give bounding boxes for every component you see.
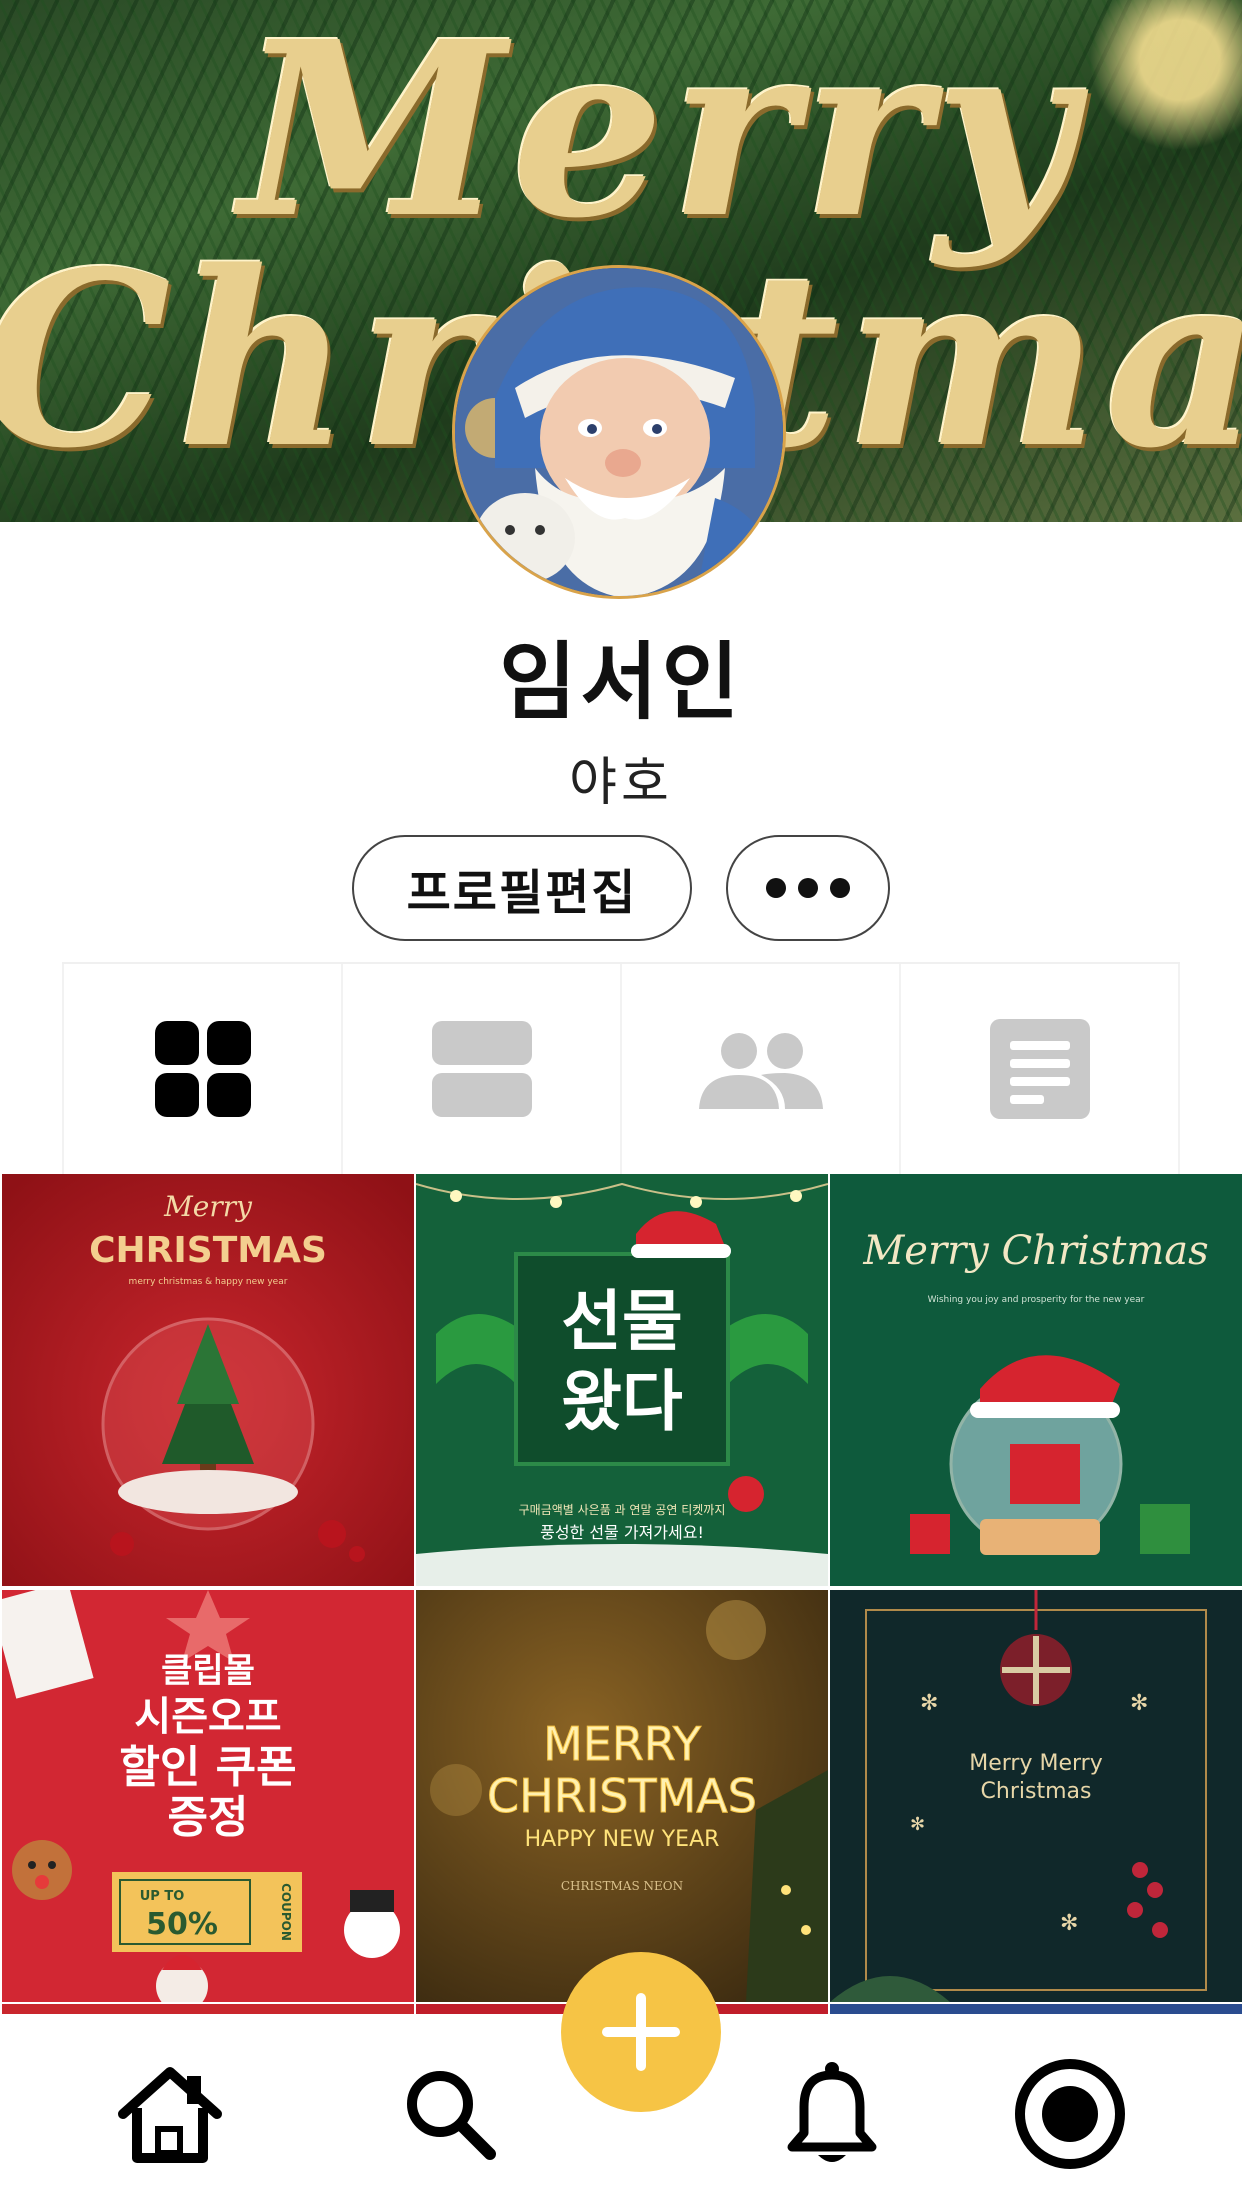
post-image: MERRY CHRISTMAS HAPPY NEW YEAR CHRISTMAS… [416, 1590, 828, 2002]
post-image: Merry Merry Christmas ✻ ✻ ✻ ✻ [830, 1590, 1242, 2002]
tab-list[interactable] [341, 964, 620, 1174]
profile-bio: 야호 [569, 753, 673, 813]
avatar[interactable] [452, 265, 786, 599]
nav-notifications[interactable] [762, 2044, 902, 2184]
post-grid: Merry CHRISTMAS merry christmas & happy … [0, 1174, 1242, 2014]
post-line-2: CHRISTMAS [487, 1769, 757, 1823]
post-caption-1: 구매금액별 사은품 과 연말 공연 티켓까지 [519, 1503, 726, 1517]
post-subtitle: Wishing you joy and prosperity for the n… [928, 1295, 1145, 1305]
tab-posts[interactable] [899, 964, 1180, 1174]
snowflake-icon: ✻ [920, 1691, 938, 1716]
post-title: Merry Christmas [862, 1228, 1208, 1274]
coupon-value: 50% [146, 1907, 218, 1942]
post-image: Merry CHRISTMAS merry christmas & happy … [2, 1174, 414, 1586]
post-thumbnail[interactable]: 클립몰 시즌오프 할인 쿠폰 증정 UP TO 50% COUPON [2, 1590, 414, 2002]
cover-line-1: Merry [240, 0, 1081, 271]
post-thumbnail[interactable]: Merry Christmas Wishing you joy and pros… [830, 1174, 1242, 1586]
more-options-button[interactable] [726, 835, 890, 941]
list-icon [431, 1021, 532, 1117]
people-icon [698, 1033, 823, 1109]
post-line-4: 증정 [168, 1792, 249, 1843]
post-line-3: HAPPY NEW YEAR [525, 1827, 720, 1852]
post-line-1: Merry Merry [969, 1751, 1102, 1776]
profile-circle-icon [1015, 2059, 1125, 2169]
post-headline-2: 왔다 [561, 1363, 682, 1440]
post-title: CHRISTMAS [89, 1230, 327, 1271]
post-thumbnail[interactable] [830, 2004, 1242, 2014]
coupon-label: COUPON [279, 1883, 293, 1941]
post-headline-1: 선물 [561, 1283, 682, 1360]
profile-name: 임서인 [499, 633, 743, 731]
post-title-script: Merry [163, 1190, 253, 1223]
content-tabs [62, 962, 1180, 1174]
search-icon [407, 2071, 496, 2160]
santa-avatar-image [455, 268, 783, 596]
post-thumbnail[interactable]: 선물 왔다 구매금액별 사은품 과 연말 공연 티켓까지 풍성한 선물 가져가세… [416, 1174, 828, 1586]
post-line-1: MERRY [543, 1717, 702, 1771]
post-thumbnail[interactable]: Merry CHRISTMAS merry christmas & happy … [2, 1174, 414, 1586]
snowflake-icon: ✻ [910, 1814, 925, 1835]
post-line-3: 할인 쿠폰 [119, 1742, 296, 1793]
edit-profile-button[interactable]: 프로필편집 [352, 835, 692, 941]
post-image: 클립몰 시즌오프 할인 쿠폰 증정 UP TO 50% COUPON [2, 1590, 414, 2002]
tab-grid[interactable] [62, 964, 341, 1174]
post-subtitle: merry christmas & happy new year [129, 1277, 288, 1287]
post-subtitle: CHRISTMAS NEON [561, 1879, 683, 1893]
snowflake-icon: ✻ [1060, 1911, 1078, 1936]
more-dot [766, 878, 786, 898]
post-image: 선물 왔다 구매금액별 사은품 과 연말 공연 티켓까지 풍성한 선물 가져가세… [416, 1174, 828, 1586]
home-icon [118, 2067, 222, 2163]
grid-icon [154, 1021, 251, 1117]
post-image: Merry Christmas Wishing you joy and pros… [830, 1174, 1242, 1586]
more-dot [798, 878, 818, 898]
post-thumbnail[interactable]: MERRY CHRISTMAS HAPPY NEW YEAR CHRISTMAS… [416, 1590, 828, 2002]
post-line-2: Christmas [981, 1779, 1092, 1804]
post-thumbnail[interactable] [2, 2004, 414, 2014]
plus-icon [602, 1993, 680, 2071]
add-post-button[interactable] [561, 1952, 721, 2112]
document-icon [989, 1019, 1090, 1119]
post-line-2: 시즌오프 [134, 1694, 281, 1740]
post-thumbnail[interactable]: Merry Merry Christmas ✻ ✻ ✻ ✻ [830, 1590, 1242, 2002]
tab-people[interactable] [620, 964, 899, 1174]
coupon-small: UP TO [140, 1889, 185, 1904]
more-dot [830, 878, 850, 898]
post-caption-2: 풍성한 선물 가져가세요! [540, 1523, 704, 1542]
snowflake-icon: ✻ [1130, 1691, 1148, 1716]
post-line-1: 클립몰 [161, 1651, 255, 1691]
nav-search[interactable] [380, 2044, 520, 2184]
nav-profile[interactable] [1000, 2044, 1140, 2184]
bell-icon [787, 2062, 877, 2162]
nav-home[interactable] [100, 2044, 240, 2184]
